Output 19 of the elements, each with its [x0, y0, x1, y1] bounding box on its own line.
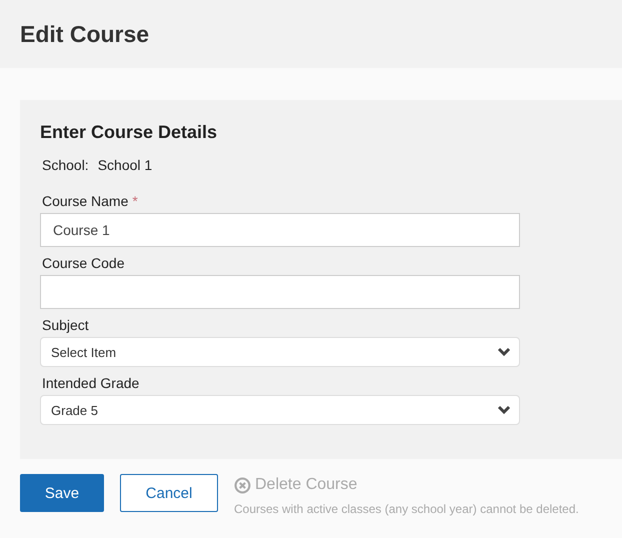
field-label: Course Name — [42, 193, 128, 209]
delete-note: Courses with active classes (any school year) cannot be deleted. — [234, 502, 579, 516]
required-mark: * — [132, 193, 138, 209]
close-circle-icon — [234, 476, 251, 494]
input-field[interactable] — [40, 275, 520, 309]
page-title: Edit Course — [20, 20, 150, 48]
cancel-button[interactable]: Cancel — [120, 474, 218, 512]
dropdown[interactable]: Grade 5 — [40, 395, 520, 425]
field-label: Course Code — [42, 255, 124, 271]
save-button[interactable]: Save — [20, 474, 104, 512]
dropdown[interactable]: Select Item — [40, 337, 520, 367]
school-label: School: — [42, 157, 89, 173]
section-title: Enter Course Details — [40, 122, 218, 143]
chevron-down-icon — [497, 347, 511, 357]
field-label: Subject — [42, 317, 89, 333]
school-value: School 1 — [98, 157, 152, 173]
input-field[interactable]: Course 1 — [40, 213, 520, 247]
field-label: Intended Grade — [42, 375, 140, 391]
chevron-down-icon — [497, 405, 511, 415]
